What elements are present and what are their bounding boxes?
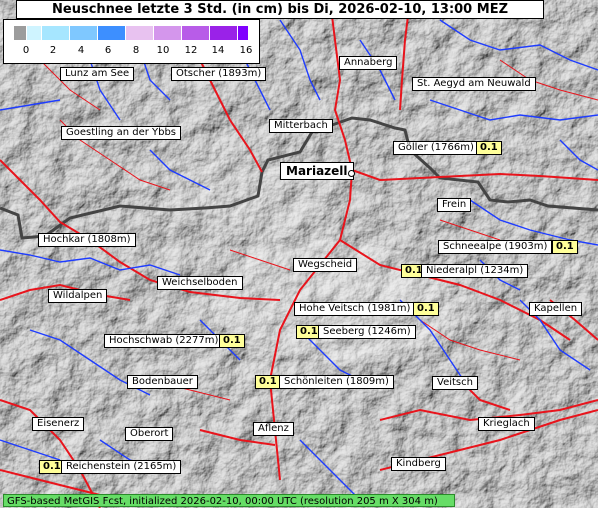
label-hochkar: Hochkar (1808m) [38,233,136,247]
legend-swatch [42,26,70,40]
legend-swatch [27,26,42,40]
label-frein: Frein [437,198,472,212]
legend-swatch [70,26,98,40]
label-annaberg: Annaberg [339,56,398,70]
label-lunz: Lunz am See [60,67,135,81]
label-krieglach: Krieglach [478,417,535,431]
legend-tick: 4 [77,45,85,56]
legend-tick: 0 [22,45,30,56]
label-veitsch: Veitsch [432,376,478,390]
label-weichselboden: Weichselboden [157,276,243,290]
legend-tick: 10 [156,45,170,56]
label-kapellen: Kapellen [529,302,583,316]
label-kindberg: Kindberg [391,457,446,471]
snow-legend: 0 2 4 6 8 10 12 14 16 [3,19,260,64]
label-hohe-veitsch: Hohe Veitsch (1981m) [294,302,416,316]
forecast-footer: GFS-based MetGIS Fcst, initialized 2026-… [3,494,455,507]
legend-tick: 2 [49,45,57,56]
legend-tick: 16 [239,45,253,56]
label-seeberg: Seeberg (1246m) [318,325,416,339]
mariazell-marker [348,170,355,177]
value-hohe-veitsch: 0.1 [413,302,439,316]
label-reichenstein: Reichenstein (2165m) [61,460,182,474]
label-schneealpe: Schneealpe (1903m) [438,240,553,254]
legend-tick: 6 [104,45,112,56]
legend-swatch [182,26,210,40]
label-niederalpl: Niederalpl (1234m) [421,264,529,278]
legend-color-bar [14,26,249,40]
label-schoenleiten: Schönleiten (1809m) [279,375,394,389]
label-hochschwab: Hochschwab (2277m) [104,334,224,348]
legend-swatch [210,26,238,40]
label-mariazell: Mariazell [280,162,354,180]
value-schoenleiten: 0.1 [255,375,281,389]
legend-swatch [238,26,249,40]
value-hochschwab: 0.1 [219,334,245,348]
value-goeller: 0.1 [476,141,502,155]
label-aflenz: Aflenz [253,422,294,436]
label-aegyd: St. Aegyd am Neuwald [412,77,536,91]
label-oetscher: Ötscher (1893m) [171,67,267,81]
value-schneealpe: 0.1 [552,240,578,254]
legend-tick: 14 [211,45,225,56]
label-goestling: Goestling an der Ybbs [61,126,182,140]
label-oberort: Oberort [125,427,174,441]
legend-tick: 8 [132,45,140,56]
label-bodenbauer: Bodenbauer [127,375,198,389]
label-wildalpen: Wildalpen [48,289,108,303]
label-eisenerz: Eisenerz [32,417,85,431]
legend-swatch [126,26,154,40]
legend-swatch [98,26,126,40]
map-title: Neuschnee letzte 3 Std. (in cm) bis Di, … [16,0,544,19]
label-mitterbach: Mitterbach [269,119,333,133]
legend-tick: 12 [184,45,198,56]
label-goeller: Göller (1766m) [393,141,479,155]
legend-swatch [14,26,27,40]
legend-ticks: 0 2 4 6 8 10 12 14 16 [4,45,259,59]
legend-swatch [154,26,182,40]
label-wegscheid: Wegscheid [293,258,358,272]
